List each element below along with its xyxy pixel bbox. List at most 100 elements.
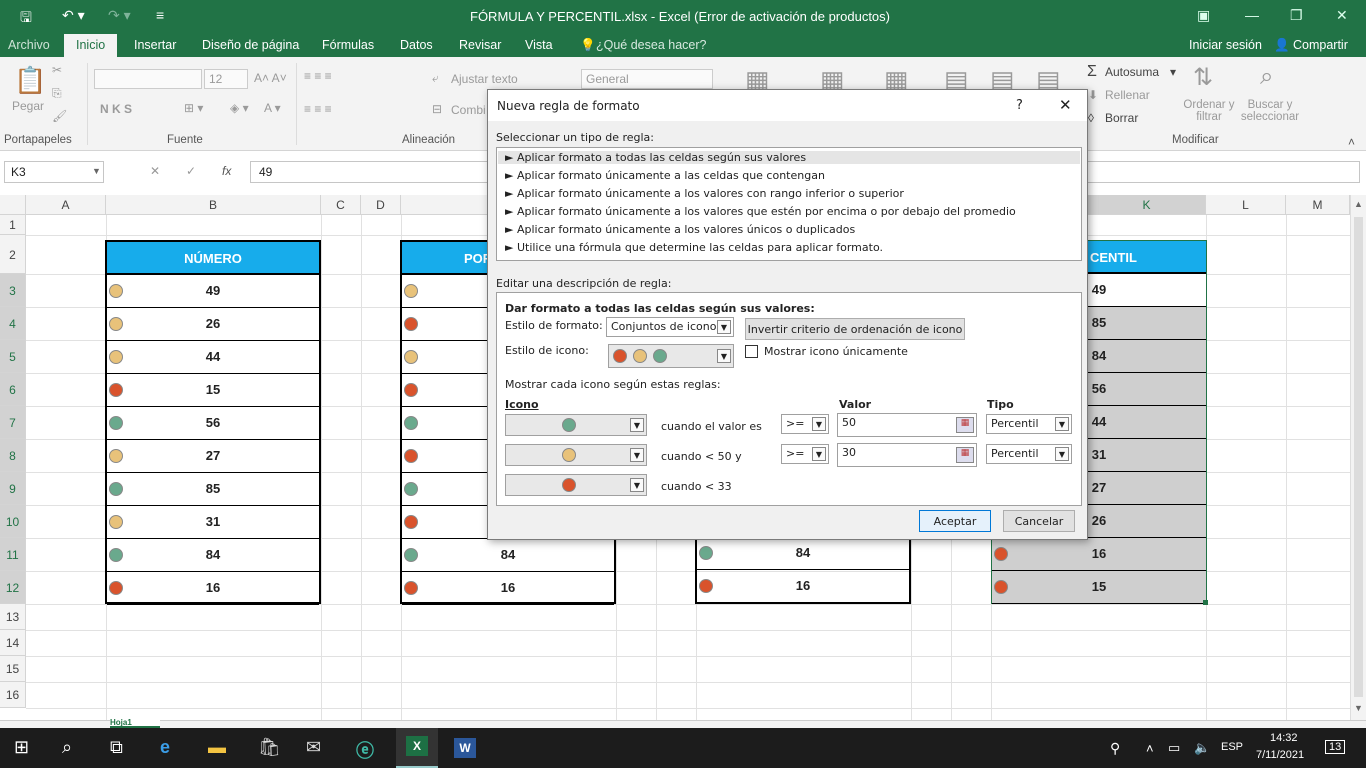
name-box[interactable]: K3: [4, 161, 104, 183]
rule-type-item[interactable]: ► Aplicar formato únicamente a las celda…: [505, 169, 825, 182]
icon-style-select[interactable]: ▼: [608, 344, 734, 368]
eraser-icon[interactable]: ◊: [1088, 111, 1094, 125]
format-painter-icon[interactable]: 🖌: [52, 109, 67, 123]
clock-time[interactable]: 14:32: [1270, 732, 1298, 744]
table-cell[interactable]: 15: [107, 374, 319, 407]
fill-button[interactable]: Rellenar: [1105, 88, 1150, 102]
insert-function-icon[interactable]: fx: [222, 164, 231, 178]
table-cell[interactable]: 31: [107, 506, 319, 539]
table-cell[interactable]: 15: [992, 571, 1206, 604]
notification-badge[interactable]: 13: [1325, 740, 1346, 754]
people-icon[interactable]: ⚲: [1110, 740, 1120, 757]
network-icon[interactable]: ▭: [1168, 740, 1180, 756]
rule1-icon-select[interactable]: ▼: [505, 414, 647, 436]
table-cell[interactable]: 16: [697, 570, 909, 603]
share-button[interactable]: Compartir: [1293, 38, 1348, 52]
table-cell[interactable]: 16: [402, 572, 614, 605]
merge-icon[interactable]: ⊟: [432, 102, 442, 116]
language-indicator[interactable]: ESP: [1221, 741, 1243, 753]
share-icon[interactable]: 👤: [1274, 38, 1290, 53]
font-color-icon[interactable]: A ▾: [264, 101, 281, 115]
rule2-icon-select[interactable]: ▼: [505, 444, 647, 466]
row-header[interactable]: 15: [0, 656, 26, 682]
rule-type-item[interactable]: ► Aplicar formato únicamente a los valor…: [505, 205, 1016, 218]
clock-date[interactable]: 7/11/2021: [1256, 749, 1304, 761]
row-header[interactable]: 1: [0, 215, 26, 235]
format-style-select[interactable]: Conjuntos de iconos ▼: [606, 317, 734, 337]
row-header[interactable]: 16: [0, 682, 26, 708]
clear-button[interactable]: Borrar: [1105, 111, 1138, 125]
table-cell[interactable]: 84: [402, 539, 614, 572]
mail-icon[interactable]: ✉: [306, 737, 321, 758]
autosum-icon[interactable]: Σ: [1087, 63, 1097, 81]
search-icon[interactable]: ⌕: [62, 737, 72, 758]
row-header[interactable]: 4: [0, 307, 26, 340]
row-header[interactable]: 5: [0, 340, 26, 373]
align-left-icon[interactable]: ≡ ≡ ≡: [304, 102, 332, 116]
wrap-text-button[interactable]: Ajustar texto: [451, 72, 518, 86]
rule1-value-input[interactable]: 50 ▦: [837, 413, 977, 437]
row-header[interactable]: 11: [0, 538, 26, 571]
start-icon[interactable]: ⊞: [14, 737, 29, 758]
row-header[interactable]: 12: [0, 571, 26, 604]
table-cell[interactable]: 44: [107, 341, 319, 374]
col-header-c[interactable]: C: [321, 195, 361, 215]
tab-revisar[interactable]: Revisar: [459, 38, 501, 52]
rule2-type-select[interactable]: Percentil ▼: [986, 444, 1072, 464]
fill-color-icon[interactable]: ◈ ▾: [230, 101, 249, 115]
reverse-icon-order-button[interactable]: Invertir criterio de ordenación de icono: [745, 318, 965, 340]
row-header[interactable]: 10: [0, 505, 26, 538]
show-icon-only-checkbox[interactable]: [745, 345, 758, 358]
fill-down-icon[interactable]: ⬇: [1088, 88, 1098, 102]
font-name-input[interactable]: [94, 69, 202, 89]
volume-icon[interactable]: 🔈: [1194, 740, 1210, 756]
tab-vista[interactable]: Vista: [525, 38, 553, 52]
find-select-button[interactable]: Buscar y seleccionar: [1238, 99, 1302, 123]
table-cell[interactable]: 84: [697, 537, 909, 570]
minimize-icon[interactable]: —: [1245, 7, 1259, 23]
save-icon[interactable]: 🖫: [20, 7, 32, 31]
tell-me-input[interactable]: ¿Qué desea hacer?: [596, 38, 707, 52]
rule-type-item[interactable]: ► Aplicar formato únicamente a los valor…: [505, 187, 904, 200]
paste-button[interactable]: Pegar: [12, 99, 44, 113]
row-header[interactable]: 14: [0, 630, 26, 656]
store-icon[interactable]: 🛍: [258, 737, 281, 758]
rule2-value-input[interactable]: 30 ▦: [837, 443, 977, 467]
maximize-icon[interactable]: ❐: [1290, 7, 1303, 24]
find-select-icon[interactable]: ⌕: [1260, 63, 1273, 91]
table-cell[interactable]: 49: [107, 275, 319, 308]
table-cell[interactable]: 85: [107, 473, 319, 506]
row-header[interactable]: 6: [0, 373, 26, 406]
autosum-dropdown-icon[interactable]: ▾: [1170, 65, 1176, 79]
dialog-close-icon[interactable]: ✕: [1059, 96, 1072, 114]
table-cell[interactable]: 27: [107, 440, 319, 473]
cancel-button[interactable]: Cancelar: [1003, 510, 1075, 532]
row-header[interactable]: 13: [0, 604, 26, 630]
fill-handle[interactable]: [1203, 600, 1208, 605]
col-header-b[interactable]: B: [106, 195, 321, 215]
sort-filter-button[interactable]: Ordenar y filtrar: [1180, 99, 1238, 123]
row-header[interactable]: 9: [0, 472, 26, 505]
merge-button[interactable]: Combi: [451, 103, 486, 117]
ie-icon[interactable]: ⓔ: [356, 737, 374, 763]
font-style-buttons[interactable]: N K S: [100, 102, 132, 116]
signin-link[interactable]: Iniciar sesión: [1189, 38, 1262, 52]
sort-filter-icon[interactable]: ⇅: [1193, 63, 1213, 92]
task-view-icon[interactable]: ⧉: [110, 737, 123, 758]
wrap-text-icon[interactable]: ⤶: [432, 71, 439, 86]
name-box-dropdown-icon[interactable]: ▼: [92, 166, 101, 176]
excel-task[interactable]: X: [396, 728, 438, 768]
file-explorer-icon[interactable]: ▬: [208, 737, 226, 758]
word-icon[interactable]: W: [454, 738, 476, 758]
rule1-type-select[interactable]: Percentil ▼: [986, 414, 1072, 434]
scroll-thumb[interactable]: [1354, 217, 1363, 697]
col-header-a[interactable]: A: [26, 195, 106, 215]
table-cell[interactable]: 56: [107, 407, 319, 440]
cut-icon[interactable]: ✂: [52, 63, 62, 77]
rule-type-item[interactable]: ► Aplicar formato a todas las celdas seg…: [498, 151, 1080, 164]
row-header[interactable]: 3: [0, 274, 26, 307]
redo-icon[interactable]: ↷ ▾: [108, 7, 131, 24]
table-cell[interactable]: 16: [992, 538, 1206, 571]
tab-inicio[interactable]: Inicio: [64, 34, 118, 57]
rule1-operator-select[interactable]: >= ▼: [781, 414, 829, 434]
